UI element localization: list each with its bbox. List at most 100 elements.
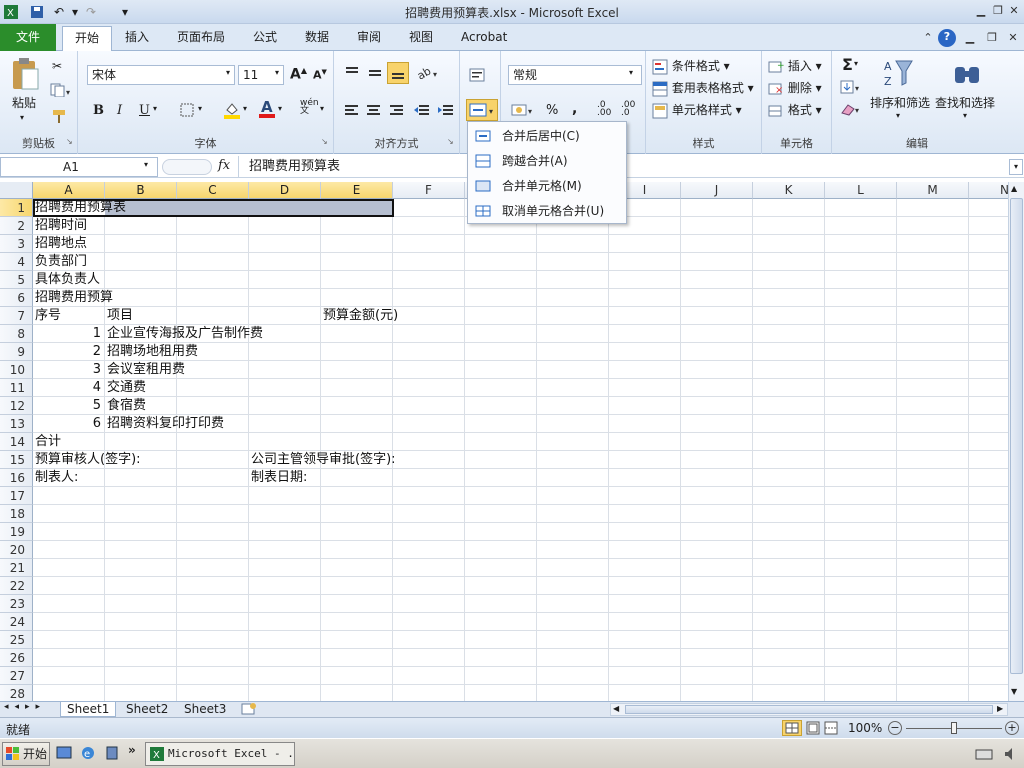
scroll-down-icon[interactable]: ▼ [1011, 687, 1017, 696]
column-header-d[interactable]: D [249, 182, 321, 199]
name-box[interactable]: A1 [0, 157, 158, 177]
cell-a10[interactable]: 3 [33, 361, 101, 379]
column-header-k[interactable]: K [753, 182, 825, 199]
normal-view-icon[interactable] [782, 720, 802, 736]
row-header-5[interactable]: 5 [0, 271, 33, 289]
align-bottom-icon[interactable] [387, 62, 409, 84]
italic-button[interactable]: I [117, 103, 122, 118]
cell-a8[interactable]: 1 [33, 325, 101, 343]
cell-a4[interactable]: 负责部门 [33, 253, 87, 271]
clipboard-launcher-icon[interactable]: ↘ [66, 137, 73, 146]
row-header-28[interactable]: 28 [0, 685, 33, 702]
increase-decimal-icon[interactable]: .0.00 [597, 101, 611, 118]
name-box-dropdown-icon[interactable]: ▾ [144, 160, 148, 169]
cell-a11[interactable]: 4 [33, 379, 101, 397]
paste-button[interactable]: 粘贴 [12, 94, 36, 111]
decrease-decimal-icon[interactable]: .00.0 [621, 101, 635, 118]
row-header-27[interactable]: 27 [0, 667, 33, 685]
wrap-text-icon[interactable] [468, 67, 486, 86]
row-header-21[interactable]: 21 [0, 559, 33, 577]
row-header-3[interactable]: 3 [0, 235, 33, 253]
underline-button[interactable]: U [139, 103, 150, 118]
cell-b10[interactable]: 会议室租用费 [105, 361, 185, 379]
font-size-dropdown-icon[interactable]: ▾ [275, 68, 279, 77]
column-header-m[interactable]: M [897, 182, 969, 199]
autosum-dropdown-icon[interactable]: ▾ [854, 59, 858, 68]
number-format-dropdown-icon[interactable]: ▾ [629, 68, 633, 77]
cut-icon[interactable]: ✂ [52, 59, 62, 73]
align-center-icon[interactable] [366, 103, 382, 120]
font-launcher-icon[interactable]: ↘ [321, 137, 328, 146]
tab-insert[interactable]: 插入 [113, 26, 161, 51]
sort-filter-dropdown-icon[interactable]: ▾ [896, 111, 900, 120]
bold-button[interactable]: B [93, 103, 104, 118]
row-header-12[interactable]: 12 [0, 397, 33, 415]
find-select-icon[interactable] [952, 57, 982, 92]
format-painter-icon[interactable] [51, 108, 67, 127]
minimize-icon[interactable]: ▁ [973, 3, 989, 19]
row-header-19[interactable]: 19 [0, 523, 33, 541]
row-header-7[interactable]: 7 [0, 307, 33, 325]
comma-style-button[interactable]: , [572, 101, 577, 117]
delete-cells-button[interactable]: × 删除 ▾ [768, 79, 822, 97]
fill-color-dropdown-icon[interactable]: ▾ [243, 104, 247, 113]
copy-icon[interactable]: ▾ [50, 83, 72, 100]
align-right-icon[interactable] [389, 103, 405, 120]
zoom-slider-thumb[interactable] [951, 722, 957, 734]
row-header-10[interactable]: 10 [0, 361, 33, 379]
fill-icon[interactable]: ▾ [840, 79, 862, 98]
quick-launch-ie-icon[interactable]: e [80, 745, 96, 764]
conditional-format-button[interactable]: 条件格式 ▾ [652, 57, 730, 75]
sheet-tab-2[interactable]: Sheet2 [120, 702, 174, 717]
cell-a1[interactable]: 招聘费用预算表 [33, 199, 126, 217]
cell-e7[interactable]: 预算金额(元) [321, 307, 398, 325]
tab-home[interactable]: 开始 [62, 26, 113, 52]
row-header-14[interactable]: 14 [0, 433, 33, 451]
column-header-e[interactable]: E [321, 182, 393, 199]
tab-file[interactable]: 文件 [0, 24, 56, 51]
quick-launch-desktop-icon[interactable] [56, 745, 72, 764]
grow-font-icon[interactable]: A▲ [290, 66, 307, 83]
alignment-launcher-icon[interactable]: ↘ [447, 137, 454, 146]
cell-b11[interactable]: 交通费 [105, 379, 146, 397]
select-all-corner[interactable] [0, 182, 33, 199]
scroll-right-icon[interactable]: ▶ [997, 704, 1003, 713]
horizontal-scrollbar[interactable]: ◀ ▶ [610, 703, 1008, 716]
column-header-c[interactable]: C [177, 182, 249, 199]
horizontal-scroll-thumb[interactable] [625, 705, 993, 714]
tab-data[interactable]: 数据 [293, 26, 341, 51]
help-icon[interactable]: ? [938, 29, 956, 47]
column-header-j[interactable]: J [681, 182, 753, 199]
sheet-tab-1[interactable]: Sheet1 [60, 702, 117, 717]
cell-a14[interactable]: 合计 [33, 433, 61, 451]
row-header-25[interactable]: 25 [0, 631, 33, 649]
formula-bar-divider-handle[interactable] [162, 159, 212, 175]
paste-dropdown-icon[interactable]: ▾ [20, 113, 24, 122]
menu-item-merge-cells[interactable]: 合并单元格(M) [469, 174, 625, 198]
workbook-close-icon[interactable]: ✕ [1005, 30, 1021, 46]
phonetic-dropdown-icon[interactable]: ▾ [320, 104, 324, 113]
paste-icon[interactable] [10, 57, 42, 91]
row-header-4[interactable]: 4 [0, 253, 33, 271]
percent-style-button[interactable]: % [546, 103, 558, 118]
format-cells-button[interactable]: 格式 ▾ [768, 101, 822, 119]
keyboard-tray-icon[interactable] [975, 747, 993, 764]
cell-b9[interactable]: 招聘场地租用费 [105, 343, 198, 361]
sheet-nav-icons[interactable]: ◂◂▸▸ [4, 702, 46, 712]
scroll-left-icon[interactable]: ◀ [613, 704, 619, 713]
page-break-view-icon[interactable] [822, 720, 840, 739]
row-header-6[interactable]: 6 [0, 289, 33, 307]
autosum-button[interactable]: Σ [842, 55, 853, 74]
shrink-font-icon[interactable]: A▼ [313, 68, 327, 82]
cell-a12[interactable]: 5 [33, 397, 101, 415]
cell-b7[interactable]: 项目 [105, 307, 133, 325]
page-layout-view-icon[interactable] [804, 720, 822, 739]
scroll-up-icon[interactable]: ▲ [1011, 184, 1017, 193]
row-header-18[interactable]: 18 [0, 505, 33, 523]
find-select-button[interactable]: 查找和选择 [935, 94, 995, 111]
number-format-select[interactable]: 常规 [508, 65, 642, 85]
cell-b12[interactable]: 食宿费 [105, 397, 146, 415]
column-header-a[interactable]: A [33, 182, 105, 199]
taskbar-excel-button[interactable]: X Microsoft Excel - ... [145, 742, 295, 766]
insert-function-icon[interactable]: fx [218, 158, 230, 173]
